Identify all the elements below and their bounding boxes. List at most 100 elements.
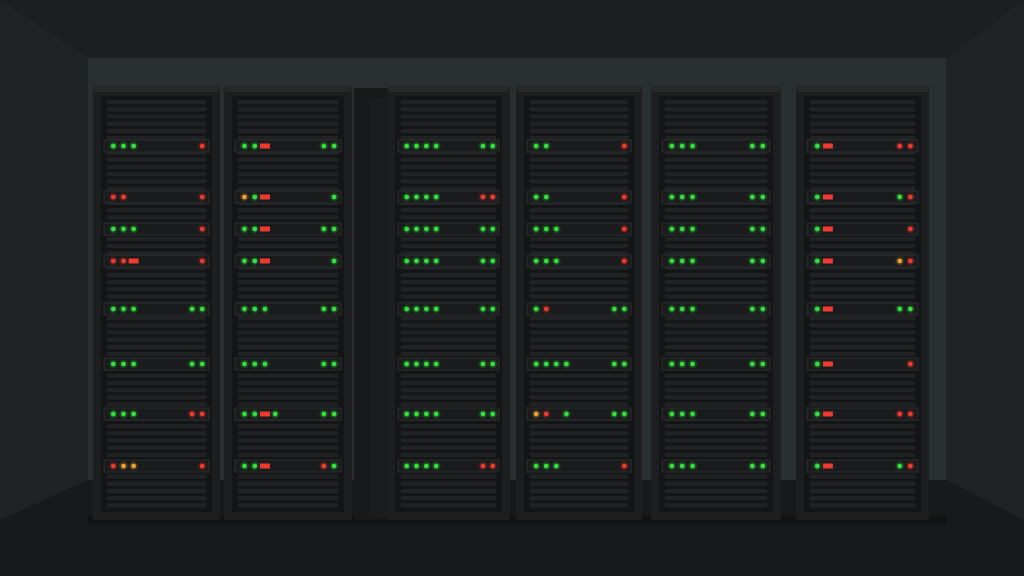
status-led-glow	[488, 256, 498, 266]
status-led-glow	[667, 141, 677, 151]
status-led-glow	[905, 359, 915, 369]
status-led-glow	[619, 304, 629, 314]
server-unit-slot	[810, 481, 915, 486]
server-unit-slot	[530, 402, 628, 407]
status-led-glow	[895, 192, 905, 202]
server-unit-slot	[107, 337, 206, 342]
server-unit-slot	[665, 236, 767, 241]
status-led-bar	[822, 258, 833, 264]
server-unit-slot	[401, 121, 496, 126]
server-unit-slot	[401, 330, 496, 335]
status-led-glow	[421, 256, 431, 266]
status-led-glow	[747, 461, 757, 471]
server-unit-slot	[810, 373, 915, 378]
status-led-glow	[319, 359, 329, 369]
status-led-glow	[431, 304, 441, 314]
status-led-glow	[421, 192, 431, 202]
status-led-glow	[402, 461, 412, 471]
status-led-glow	[747, 304, 757, 314]
status-led-glow	[129, 461, 139, 471]
status-led-glow	[118, 461, 128, 471]
server-rack	[224, 86, 352, 520]
server-unit-slot	[107, 236, 206, 241]
server-unit-slot	[401, 395, 496, 400]
status-led-glow	[129, 141, 139, 151]
server-unit-slot	[530, 107, 628, 112]
server-unit-slot	[401, 445, 496, 450]
server-unit-slot	[810, 445, 915, 450]
status-led-glow	[758, 359, 768, 369]
server-unit-slot	[530, 157, 628, 162]
server-unit-slot	[810, 272, 915, 277]
status-led-glow	[531, 224, 541, 234]
server-unit-slot	[401, 488, 496, 493]
status-led-glow	[758, 224, 768, 234]
status-led-bar	[259, 411, 270, 417]
status-led-glow	[541, 224, 551, 234]
status-led-glow	[531, 141, 541, 151]
status-led-glow	[187, 304, 197, 314]
server-unit-slot	[665, 208, 767, 213]
status-led-glow	[421, 304, 431, 314]
rack-top-edge	[517, 86, 641, 92]
server-unit-slot	[107, 488, 206, 493]
server-unit-slot	[238, 287, 338, 292]
server-unit-slot	[238, 496, 338, 501]
status-led-glow	[118, 359, 128, 369]
rack-top-edge	[94, 86, 219, 92]
status-led-glow	[118, 192, 128, 202]
server-unit-slot	[107, 107, 206, 112]
status-led-bar	[128, 258, 139, 264]
server-unit-slot	[238, 294, 338, 299]
server-unit-slot	[401, 114, 496, 119]
status-led-glow	[197, 141, 207, 151]
status-led-glow	[609, 409, 619, 419]
server-unit-slot	[530, 452, 628, 457]
status-led-bar	[822, 411, 833, 417]
status-led-glow	[118, 141, 128, 151]
server-unit-slot	[810, 208, 915, 213]
server-unit-slot	[401, 323, 496, 328]
server-unit-slot	[107, 330, 206, 335]
server-unit-slot	[665, 100, 767, 105]
server-unit-slot	[401, 215, 496, 220]
status-led-glow	[478, 461, 488, 471]
status-led-glow	[677, 141, 687, 151]
server-unit-slot	[401, 373, 496, 378]
status-led-glow	[812, 304, 822, 314]
status-led-glow	[329, 304, 339, 314]
server-unit-slot	[401, 272, 496, 277]
server-unit-slot	[810, 344, 915, 349]
server-unit-slot	[401, 294, 496, 299]
server-unit-slot	[665, 330, 767, 335]
status-led-glow	[129, 409, 139, 419]
status-led-glow	[488, 141, 498, 151]
status-led-glow	[478, 141, 488, 151]
server-unit-slot	[238, 186, 338, 191]
server-unit-slot	[665, 128, 767, 133]
server-unit-slot	[665, 474, 767, 479]
status-led-glow	[108, 409, 118, 419]
server-unit-slot	[530, 344, 628, 349]
status-led-glow	[402, 256, 412, 266]
server-unit-slot	[238, 373, 338, 378]
server-unit-slot	[401, 244, 496, 249]
server-unit-slot	[238, 481, 338, 486]
server-unit-slot	[665, 164, 767, 169]
status-led-glow	[667, 304, 677, 314]
server-unit-slot	[530, 337, 628, 342]
server-unit-slot	[530, 445, 628, 450]
server-unit-slot	[810, 431, 915, 436]
status-led-glow	[688, 192, 698, 202]
server-unit-slot	[810, 337, 915, 342]
status-led-glow	[758, 256, 768, 266]
status-led-glow	[319, 409, 329, 419]
server-unit-slot	[810, 164, 915, 169]
status-led-glow	[667, 192, 677, 202]
server-unit-slot	[665, 352, 767, 357]
server-unit-slot	[810, 280, 915, 285]
status-led-glow	[329, 141, 339, 151]
status-led-glow	[747, 256, 757, 266]
server-unit-slot	[107, 208, 206, 213]
status-led-glow	[667, 256, 677, 266]
